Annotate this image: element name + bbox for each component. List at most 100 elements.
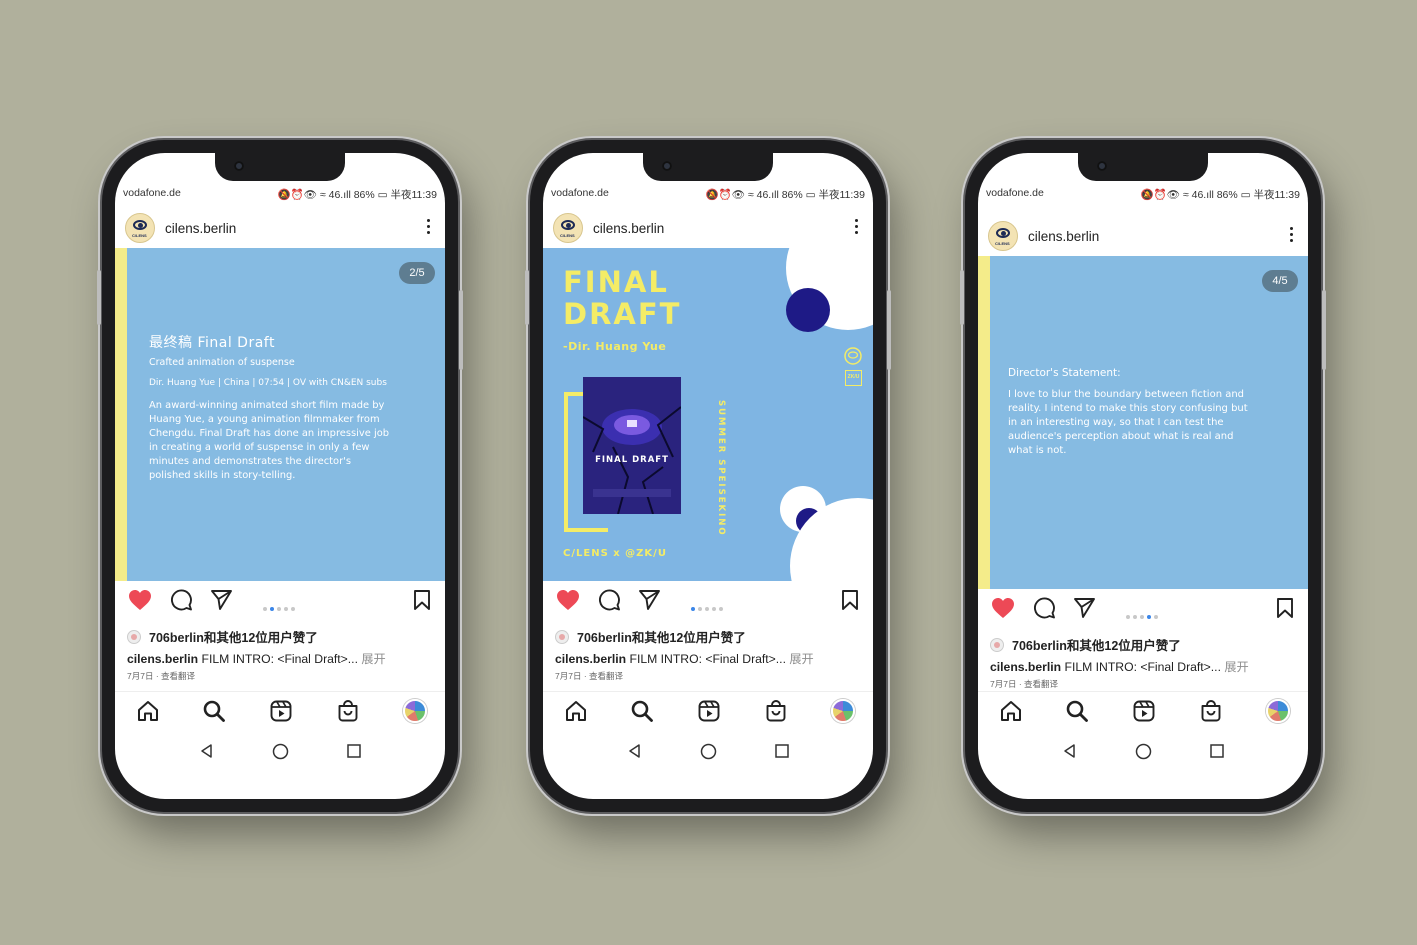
reels-icon[interactable] [1133,700,1155,722]
body-line: I love to blur the boundary between fict… [1008,389,1245,400]
home-circle-icon[interactable] [1135,743,1152,760]
phone-center: vodafone.de 🔕⏰👁 ≈ 46.ıll 86% ▭ 半夜11:39 C… [525,140,891,812]
home-circle-icon[interactable] [700,743,717,760]
poster-title: FINAL DRAFT [563,266,681,330]
share-icon[interactable] [1073,597,1096,619]
comment-icon[interactable] [1033,597,1055,619]
caption-user: cilens.berlin [127,652,199,666]
caption[interactable]: cilens.berlin FILM INTRO: <Final Draft>.… [990,657,1249,675]
search-icon[interactable] [631,700,653,722]
carousel-dots [263,598,298,616]
home-icon[interactable] [565,700,587,722]
bear-shape-top [786,248,873,332]
bear-shape-bottom [780,486,873,581]
caption-more[interactable]: 展开 [1221,660,1248,674]
post-date[interactable]: 7月7日 · 查看翻译 [127,670,195,682]
post-title: 最终稿 Final Draft [149,335,275,351]
body-line: minutes and demonstrates the director's [149,456,351,467]
poster-director: -Dir. Huang Yue [563,340,667,353]
action-bar [978,593,1308,627]
comment-icon[interactable] [598,589,620,611]
shop-icon[interactable] [337,700,359,722]
profile-avatar[interactable] [403,699,427,723]
username[interactable]: cilens.berlin [165,221,236,236]
home-circle-icon[interactable] [272,743,289,760]
likes-line[interactable]: 706berlin和其他12位用户赞了 [990,635,1181,654]
caption-user: cilens.berlin [990,660,1062,674]
home-icon[interactable] [1000,700,1022,722]
back-icon[interactable] [627,743,643,759]
post-header: C/LENS cilens.berlin [115,209,445,249]
reels-icon[interactable] [698,700,720,722]
avatar[interactable]: C/LENS [125,213,155,243]
post-header: C/LENS cilens.berlin [543,209,873,249]
notch [643,153,773,181]
back-icon[interactable] [1062,743,1078,759]
recents-icon[interactable] [346,743,362,759]
avatar[interactable]: C/LENS [553,213,583,243]
recents-icon[interactable] [1209,743,1225,759]
caption-text: FILM INTRO: <Final Draft>... [198,652,358,666]
more-icon[interactable] [855,219,859,235]
notch [1078,153,1208,181]
post-image[interactable]: 2/5 最终稿 Final Draft Crafted animation of… [115,248,445,581]
poster-title-line: FINAL [563,265,669,299]
heart-icon[interactable] [991,597,1015,619]
comment-icon[interactable] [170,589,192,611]
poster-title-line: DRAFT [563,297,682,331]
post-date[interactable]: 7月7日 · 查看翻译 [555,670,623,682]
share-icon[interactable] [638,589,661,611]
more-icon[interactable] [1290,227,1294,243]
carousel-dots [1126,606,1161,624]
carrier-label: vodafone.de [986,187,1044,199]
logo-text: C/LENS [132,233,147,238]
body-line: An award-winning animated short film mad… [149,400,385,411]
screen: vodafone.de 🔕⏰👁 ≈ 46.ıll 86% ▭ 半夜11:39 C… [115,153,445,799]
yellow-stripe [115,248,127,581]
bottom-nav [115,691,445,727]
system-nav [115,743,445,767]
profile-avatar[interactable] [1266,699,1290,723]
likes-line[interactable]: 706berlin和其他12位用户赞了 [127,627,318,646]
logo-eye-icon [996,228,1010,238]
zku-logo: ZK/U [845,370,862,386]
caption[interactable]: cilens.berlin FILM INTRO: <Final Draft>.… [555,649,814,667]
more-icon[interactable] [427,219,431,235]
system-nav [978,743,1308,767]
home-icon[interactable] [137,700,159,722]
system-status: 🔕⏰👁 ≈ 46.ıll 86% ▭ 半夜11:39 [277,189,437,201]
likes-line[interactable]: 706berlin和其他12位用户赞了 [555,627,746,646]
bookmark-icon[interactable] [413,589,431,611]
notch [215,153,345,181]
username[interactable]: cilens.berlin [593,221,664,236]
poster-side-text: SUMMER SPEISEKINO [716,400,727,537]
back-icon[interactable] [199,743,215,759]
logo-text: C/LENS [560,233,575,238]
recents-icon[interactable] [774,743,790,759]
avatar[interactable]: C/LENS [988,221,1018,251]
search-icon[interactable] [203,700,225,722]
body-line: in creating a world of suspense in only … [149,442,370,453]
post-date[interactable]: 7月7日 · 查看翻译 [990,678,1058,690]
shop-icon[interactable] [765,700,787,722]
post-image[interactable]: 4/5 Director's Statement: I love to blur… [978,256,1308,589]
bookmark-icon[interactable] [1276,597,1294,619]
profile-avatar[interactable] [831,699,855,723]
search-icon[interactable] [1066,700,1088,722]
caption-more[interactable]: 展开 [786,652,813,666]
heart-icon[interactable] [556,589,580,611]
share-icon[interactable] [210,589,233,611]
shop-icon[interactable] [1200,700,1222,722]
liker-avatar [127,630,141,644]
likes-text: 706berlin和其他12位用户赞了 [577,631,746,645]
caption-more[interactable]: 展开 [358,652,385,666]
username[interactable]: cilens.berlin [1028,229,1099,244]
bookmark-icon[interactable] [841,589,859,611]
heart-icon[interactable] [128,589,152,611]
caption-text: FILM INTRO: <Final Draft>... [1061,660,1221,674]
reels-icon[interactable] [270,700,292,722]
post-image[interactable]: FINAL DRAFT -Dir. Huang Yue FINAL DRAFT … [543,248,873,581]
caption[interactable]: cilens.berlin FILM INTRO: <Final Draft>.… [127,649,386,667]
post-meta: Dir. Huang Yue | China | 07:54 | OV with… [149,378,387,388]
system-nav [543,743,873,767]
